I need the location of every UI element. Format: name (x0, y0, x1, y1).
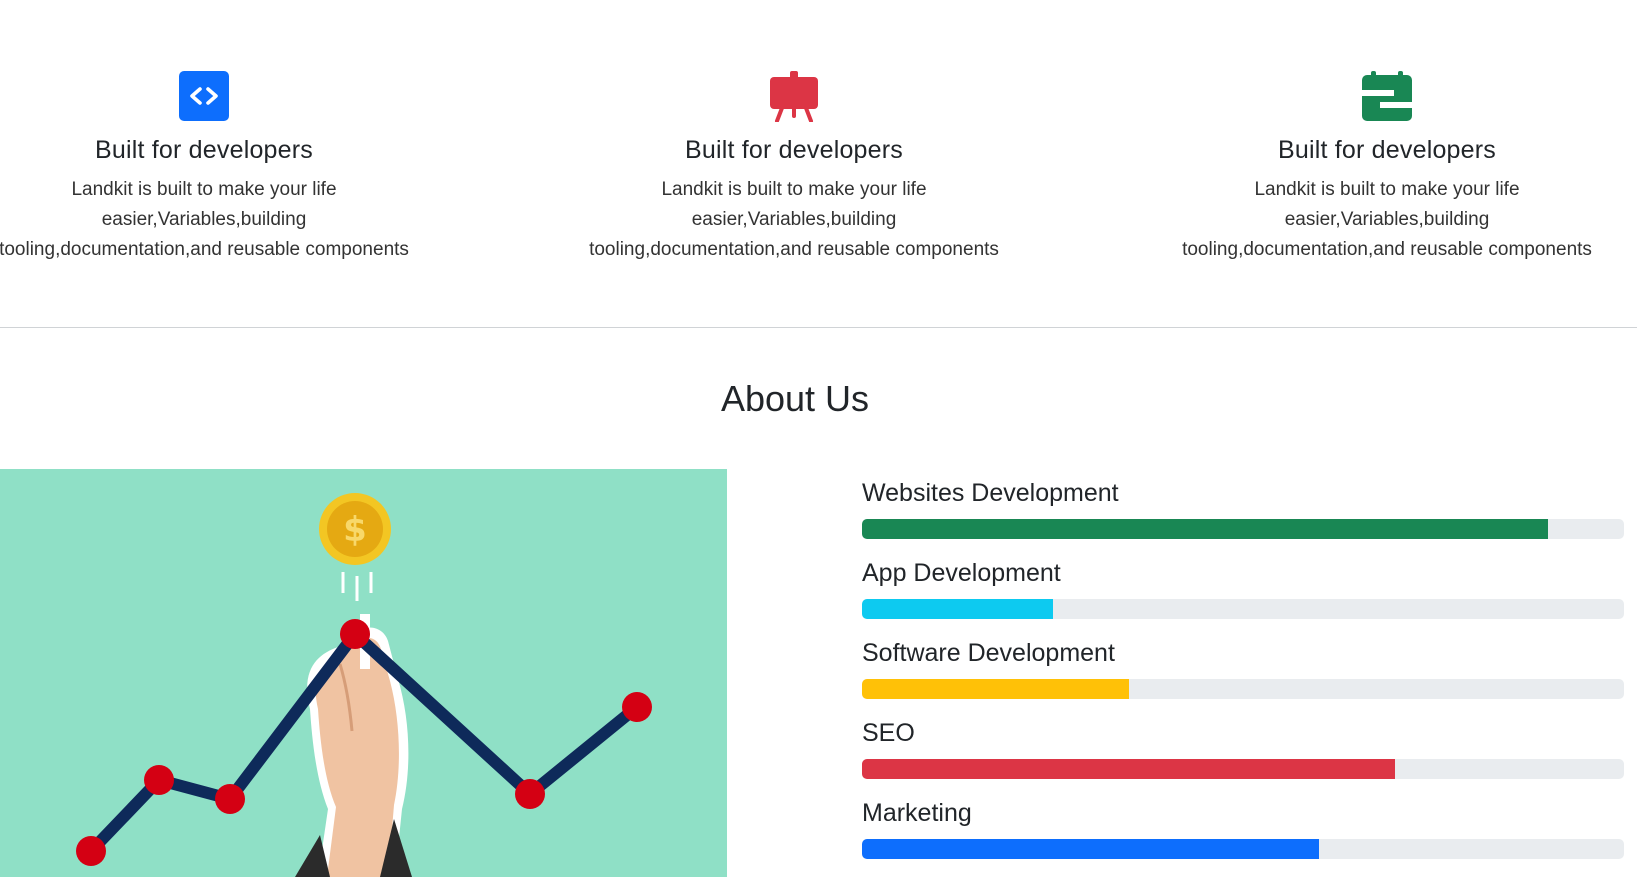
feature-description-line: easier,Variables,building (1284, 209, 1490, 230)
section-divider (0, 327, 1637, 328)
feature-title: Built for developers (94, 136, 313, 164)
feature-description-line: easier,Variables,building (101, 209, 307, 230)
hand-illustration (295, 614, 412, 877)
page: Built for developers Landkit is built to… (0, 0, 1637, 877)
feature-title: Built for developers (684, 136, 903, 164)
chart-point (144, 765, 174, 795)
progress-bar-fill (862, 599, 1053, 619)
feature-card-developers-1: Built for developers Landkit is built to… (0, 70, 484, 265)
progress-bar (862, 599, 1624, 619)
wallet-icon (1362, 71, 1412, 121)
feature-description-line: Landkit is built to make your life (661, 179, 927, 200)
feature-title: Built for developers (1277, 136, 1496, 164)
skill-label: SEO (862, 719, 915, 747)
feature-description: Landkit is built to make your life easie… (0, 175, 444, 265)
feature-description: Landkit is built to make your life easie… (554, 175, 1034, 265)
skill-item: App Development (862, 558, 1624, 638)
skill-label: Software Development (862, 639, 1115, 667)
skill-label: App Development (862, 559, 1061, 587)
feature-description-line: tooling,documentation,and reusable compo… (589, 239, 999, 260)
growth-chart-illustration: $ (0, 469, 727, 877)
code-icon (179, 71, 229, 121)
skills-list: Websites Development App Development Sof… (862, 478, 1624, 877)
progress-bar (862, 519, 1624, 539)
dollar-coin-icon: $ (319, 493, 391, 601)
svg-text:$: $ (343, 510, 367, 550)
feature-card-developers-2: Built for developers Landkit is built to… (514, 70, 1074, 265)
feature-description-line: tooling,documentation,and reusable compo… (0, 239, 409, 260)
progress-bar-fill (862, 759, 1396, 779)
feature-description-line: Landkit is built to make your life (1254, 179, 1520, 200)
feature-description: Landkit is built to make your life easie… (1147, 175, 1627, 265)
skill-label: Marketing (862, 799, 972, 827)
skill-item: Websites Development (862, 478, 1624, 558)
easel-icon (770, 71, 818, 122)
chart-point (622, 692, 652, 722)
skill-item: SEO (862, 718, 1624, 798)
chart-point (76, 836, 106, 866)
progress-bar (862, 839, 1624, 859)
chart-point (515, 779, 545, 809)
progress-bar-fill (862, 839, 1320, 859)
feature-description-line: easier,Variables,building (691, 209, 897, 230)
chart-point (340, 619, 370, 649)
skill-label: Websites Development (862, 479, 1119, 507)
skill-item: Marketing (862, 798, 1624, 877)
progress-bar-fill (862, 519, 1548, 539)
progress-bar (862, 759, 1624, 779)
feature-description-line: Landkit is built to make your life (71, 179, 337, 200)
progress-bar (862, 679, 1624, 699)
feature-card-developers-3: Built for developers Landkit is built to… (1107, 70, 1637, 265)
about-us-title: About Us (720, 378, 870, 419)
chart-point (215, 784, 245, 814)
progress-bar-fill (862, 679, 1129, 699)
skill-item: Software Development (862, 638, 1624, 718)
feature-description-line: tooling,documentation,and reusable compo… (1182, 239, 1592, 260)
